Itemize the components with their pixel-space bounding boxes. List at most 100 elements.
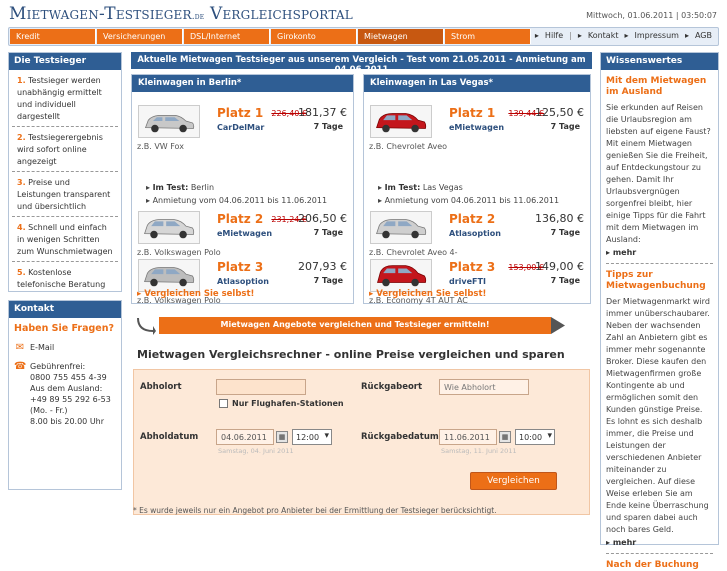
chevron-right-icon: ▸ bbox=[577, 31, 582, 40]
price: 206,50 € bbox=[298, 212, 347, 225]
triangle-right-icon: ▸ bbox=[606, 248, 613, 257]
section-heading[interactable]: Tipps zur Mietwagenbuchung bbox=[601, 270, 718, 292]
offer-item[interactable]: Platz 1 139,44 € 125,50 € eMietwagen 7 T… bbox=[369, 101, 586, 155]
tab-kredit[interactable]: Kredit bbox=[10, 29, 96, 44]
mehr-link[interactable]: ▸ mehr bbox=[601, 246, 718, 261]
compare-text: Vergleichen Sie selbst! bbox=[376, 289, 487, 299]
left-column: Die Testsieger 1. Testsieger werden unab… bbox=[8, 52, 122, 490]
mehr-link[interactable]: ▸ mehr bbox=[601, 536, 718, 551]
section-heading[interactable]: Mit dem Mietwagen im Ausland bbox=[601, 76, 718, 98]
email-link[interactable]: E-Mail bbox=[30, 342, 54, 353]
rank-label: Platz 2 bbox=[449, 212, 496, 226]
offer-item[interactable]: Platz 1 226,40 € 181,37 € CarDelMar 7 Ta… bbox=[137, 101, 349, 155]
tip-item: 4. Schnell und einfach in wenigen Schrit… bbox=[12, 217, 118, 262]
compare-link[interactable]: ▸ Vergleichen Sie selbst! bbox=[369, 289, 486, 299]
footnote: * Es wurde jeweils nur ein Angebot pro A… bbox=[133, 506, 497, 515]
vendor-link[interactable]: eMietwagen bbox=[217, 229, 272, 238]
flughafen-label: Nur Flughafen-Stationen bbox=[232, 399, 344, 408]
header: Mietwagen-Testsieger.de Vergleichsportal… bbox=[0, 0, 727, 26]
vendor-link[interactable]: driveFTI bbox=[449, 277, 486, 286]
rechner-title: Mietwagen Vergleichsrechner - online Pre… bbox=[137, 348, 565, 361]
chevron-right-icon: ▸ bbox=[624, 31, 629, 40]
phone-row: ☎ Gebührenfrei: 0800 755 455 4-39 Aus dem… bbox=[14, 361, 116, 427]
calendar-icon[interactable]: ▦ bbox=[276, 431, 288, 443]
car-icon bbox=[376, 219, 427, 239]
car-model: z.B. Chevrolet Aveo bbox=[369, 142, 448, 151]
rank-label: Platz 1 bbox=[217, 106, 264, 120]
offer-item[interactable]: Platz 2 136,80 € Atlasoption 7 Tage z.B.… bbox=[369, 207, 586, 261]
compare-link[interactable]: ▸ Vergleichen Sie selbst! bbox=[137, 289, 254, 299]
offer-item[interactable]: Platz 2 231,24 € 206,50 € eMietwagen 7 T… bbox=[137, 207, 349, 261]
rental-period-text: Anmietung vom 04.06.2011 bis 11.06.2011 bbox=[384, 196, 560, 205]
link-kontakt[interactable]: Kontakt bbox=[588, 31, 619, 40]
car-icon bbox=[376, 113, 427, 133]
tip-text: Preise und Leistungen transparent und üb… bbox=[17, 178, 111, 211]
tip-number: 4. bbox=[17, 223, 26, 232]
tab-strom[interactable]: Strom bbox=[445, 29, 531, 44]
rueckgabedatum-hint: Samstag, 11. Juni 2011 bbox=[441, 447, 517, 455]
test-label: Im Test: bbox=[152, 183, 189, 192]
vergleichen-button[interactable]: Vergleichen bbox=[470, 472, 557, 490]
abholzeit-value: 12:00 bbox=[296, 433, 320, 442]
car-icon bbox=[377, 265, 427, 287]
rueckgabeort-input[interactable]: Wie Abholort bbox=[439, 379, 529, 395]
rueckgabeort-label: Rückgabeort bbox=[361, 382, 423, 392]
triangle-right-icon: ▸ bbox=[606, 538, 613, 547]
vendor-link[interactable]: eMietwagen bbox=[449, 123, 504, 132]
offer-item[interactable]: Platz 3 207,93 € Atlasoption 7 Tage z.B.… bbox=[137, 255, 349, 309]
rental-days: 7 Tage bbox=[313, 276, 343, 285]
car-image bbox=[370, 211, 432, 244]
logo-suffix-text: Vergleichsportal bbox=[210, 4, 353, 24]
rental-period: ▸ Anmietung vom 04.06.2011 bis 11.06.201… bbox=[378, 194, 559, 207]
rental-days: 7 Tage bbox=[550, 276, 580, 285]
section-heading[interactable]: Nach der Buchung bbox=[601, 560, 718, 571]
price: 136,80 € bbox=[535, 212, 584, 225]
compare-text: Vergleichen Sie selbst! bbox=[144, 289, 255, 299]
site-logo[interactable]: Mietwagen-Testsieger.de Vergleichsportal bbox=[9, 4, 353, 24]
car-image bbox=[370, 105, 432, 138]
rental-days: 7 Tage bbox=[313, 228, 343, 237]
vendor-link[interactable]: CarDelMar bbox=[217, 123, 264, 132]
abholort-input[interactable] bbox=[216, 379, 306, 395]
flughafen-checkbox[interactable] bbox=[219, 399, 228, 408]
calendar-icon[interactable]: ▦ bbox=[499, 431, 511, 443]
testsieger-title: Die Testsieger bbox=[9, 53, 121, 70]
tip-text: Testsiegerergebnis wird sofort online an… bbox=[17, 133, 103, 166]
tip-number: 1. bbox=[17, 76, 26, 85]
abholdatum-label: Abholdatum bbox=[140, 432, 199, 442]
panel-title: Kleinwagen in Berlin* bbox=[132, 75, 353, 92]
mehr-text: mehr bbox=[612, 538, 637, 547]
link-impressum[interactable]: Impressum bbox=[634, 31, 678, 40]
ermitteln-button[interactable]: Mietwagen Angebote vergleichen und Tests… bbox=[159, 317, 551, 334]
chevron-right-icon: ▸ bbox=[684, 31, 689, 40]
vendor-link[interactable]: Atlasoption bbox=[449, 229, 501, 238]
offer-item[interactable]: Platz 3 153,00 € 149,00 € driveFTI 7 Tag… bbox=[369, 255, 586, 309]
link-agb[interactable]: AGB bbox=[695, 31, 712, 40]
tab-dsl-internet[interactable]: DSL/Internet bbox=[184, 29, 270, 44]
abholzeit-select[interactable]: 12:00 bbox=[292, 429, 332, 445]
tab-versicherungen[interactable]: Versicherungen bbox=[97, 29, 183, 44]
email-row[interactable]: ✉ E-Mail bbox=[14, 342, 116, 353]
curved-arrow-icon bbox=[137, 318, 156, 335]
testsieger-box: Die Testsieger 1. Testsieger werden unab… bbox=[8, 52, 122, 292]
tab-girokonto[interactable]: Girokonto bbox=[271, 29, 357, 44]
utility-links: ▸ Hilfe | ▸ Kontakt ▸ Impressum ▸ AGB bbox=[535, 31, 712, 40]
rueckgabezeit-select[interactable]: 10:00 bbox=[515, 429, 555, 445]
link-hilfe[interactable]: Hilfe bbox=[545, 31, 563, 40]
rank-label: Platz 1 bbox=[449, 106, 496, 120]
vendor-link[interactable]: Atlasoption bbox=[217, 277, 269, 286]
tab-mietwagen[interactable]: Mietwagen bbox=[358, 29, 444, 44]
abholdatum-hint: Samstag, 04. Juni 2011 bbox=[218, 447, 294, 455]
rueckgabedatum-input[interactable]: 11.06.2011 bbox=[439, 429, 497, 445]
search-form: Abholort Nur Flughafen-Stationen Rückgab… bbox=[133, 369, 590, 515]
rueckgabedatum-label: Rückgabedatum bbox=[361, 432, 439, 442]
test-value: Berlin bbox=[190, 183, 215, 192]
test-location: ▸ Im Test: Las Vegas bbox=[378, 181, 559, 194]
car-icon bbox=[144, 115, 195, 133]
tip-text: Kostenlose telefonische Beratung bbox=[17, 268, 106, 289]
tip-number: 5. bbox=[17, 268, 26, 277]
tip-text: Schnell und einfach in wenigen Schritten… bbox=[17, 223, 113, 256]
tip-item: 5. Kostenlose telefonische Beratung bbox=[12, 262, 118, 294]
datetime-text: Mittwoch, 01.06.2011 | 03:50:07 bbox=[586, 11, 717, 20]
abholdatum-input[interactable]: 04.06.2011 bbox=[216, 429, 274, 445]
